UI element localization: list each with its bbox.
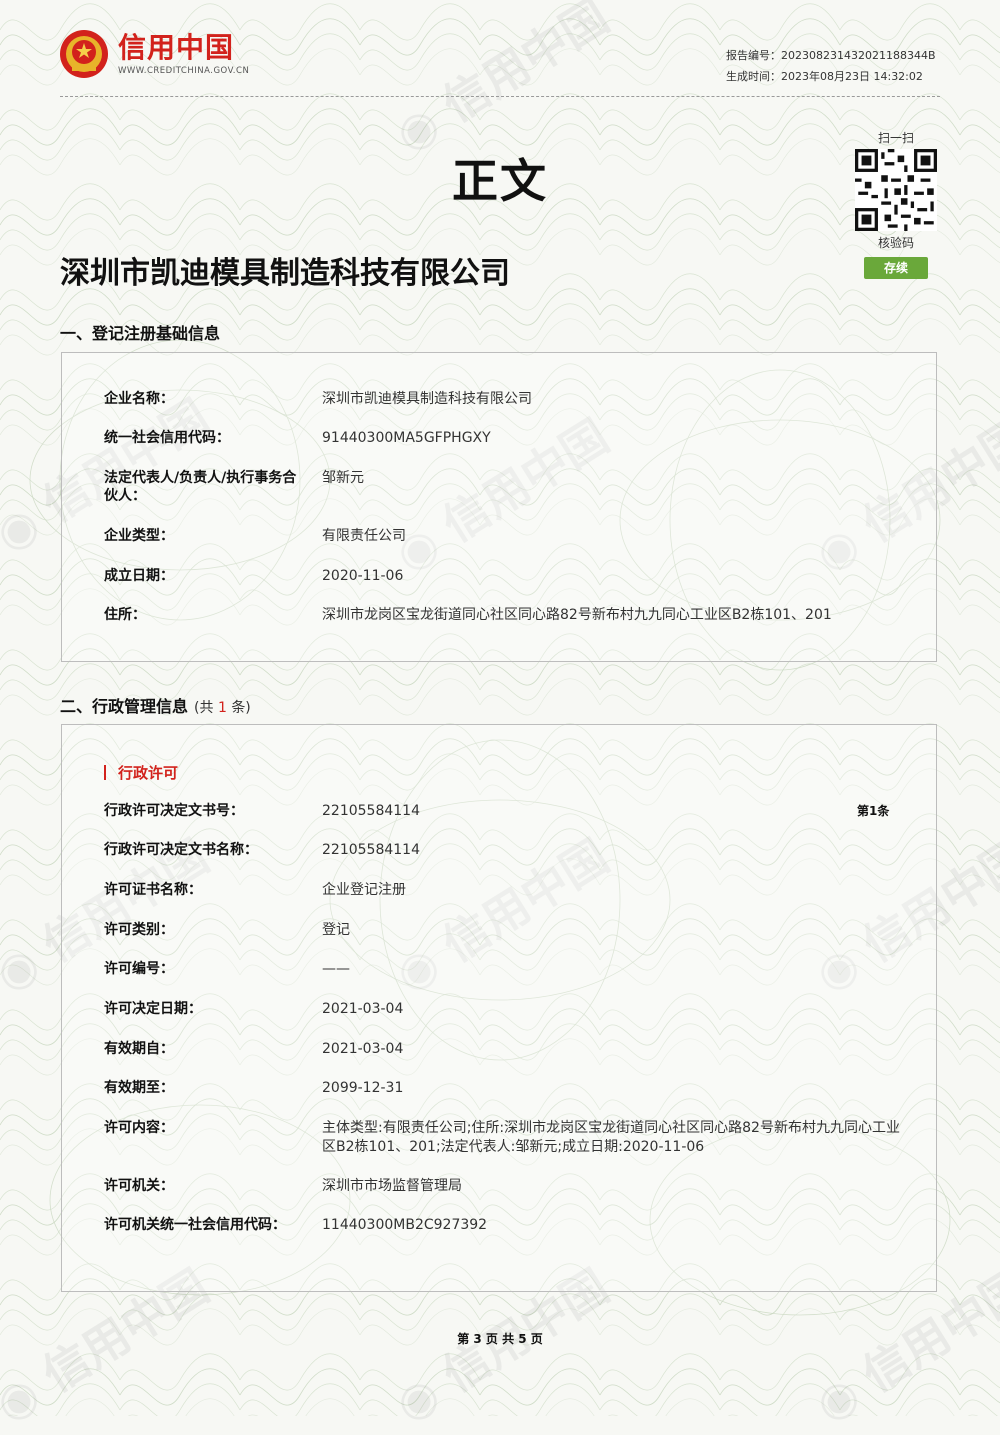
header-divider: [60, 96, 940, 97]
record-count-number: 1: [217, 700, 227, 716]
field-label: 许可编号：: [104, 961, 174, 977]
field-label: 成立日期：: [104, 568, 174, 584]
field-value: 主体类型:有限责任公司;住所:深圳市龙岗区宝龙街道同心社区同心路82号新布村九九…: [322, 1120, 900, 1155]
section2-title: 二、行政管理信息 (共 1 条): [60, 693, 251, 717]
generated-time: 2023年08月23日 14:32:02: [781, 70, 923, 83]
field-label: 行政许可决定文书号：: [104, 803, 244, 819]
field-value: 2020-11-06: [322, 568, 404, 584]
field-label: 住所：: [104, 607, 146, 623]
record-count: (共 1 条): [194, 700, 251, 716]
field-label: 有效期至：: [104, 1080, 174, 1096]
field-value: 11440300MB2C927392: [322, 1217, 488, 1233]
field-label: 许可内容：: [104, 1120, 174, 1136]
field-label: 企业类型：: [104, 528, 174, 544]
report-no: 202308231432021188344B: [781, 49, 936, 62]
field-label: 许可决定日期：: [104, 1001, 202, 1017]
report-meta: 报告编号：202308231432021188344B 生成时间：2023年08…: [726, 45, 936, 87]
field-value: 2099-12-31: [322, 1080, 404, 1096]
field-value: ——: [322, 961, 350, 977]
field-value: 2021-03-04: [322, 1041, 404, 1057]
company-name: 深圳市凯迪模具制造科技有限公司: [60, 256, 510, 291]
field-label: 法定代表人/负责人/执行事务合伙人：: [104, 470, 297, 504]
field-label: 统一社会信用代码：: [104, 430, 230, 446]
field-value: 登记: [322, 922, 350, 938]
license-subheading: 行政许可: [104, 762, 178, 783]
qr-bottom-label: 核验码: [877, 236, 914, 250]
field-value: 有限责任公司: [322, 528, 406, 544]
field-value: 深圳市市场监督管理局: [322, 1178, 462, 1194]
field-value: 2021-03-04: [322, 1001, 404, 1017]
generated-label: 生成时间：: [726, 70, 781, 83]
field-value: 邹新元: [322, 470, 364, 486]
national-emblem-icon: [60, 30, 108, 78]
field-value: 91440300MA5GFPHGXY: [322, 430, 491, 446]
qr-top-label: 扫一扫: [877, 131, 914, 145]
section2-title-text: 二、行政管理信息: [60, 697, 189, 716]
field-value: 22105584114: [322, 842, 420, 858]
field-label: 企业名称：: [104, 391, 174, 407]
field-label: 许可证书名称：: [104, 882, 202, 898]
field-label: 许可类别：: [104, 922, 174, 938]
status-button[interactable]: 存续: [864, 257, 928, 279]
logo-url: WWW.CREDITCHINA.GOV.CN: [118, 66, 250, 76]
field-value: 深圳市凯迪模具制造科技有限公司: [322, 391, 532, 407]
field-value: 深圳市龙岗区宝龙街道同心社区同心路82号新布村九九同心工业区B2栋101、201: [322, 607, 832, 623]
field-value: 22105584114: [322, 803, 420, 819]
field-label: 许可机关：: [104, 1178, 174, 1194]
field-label: 有效期自：: [104, 1041, 174, 1057]
report-no-label: 报告编号：: [726, 49, 781, 62]
document-title: 正文: [452, 154, 548, 208]
section1-title: 一、登记注册基础信息: [60, 324, 221, 343]
field-label: 许可机关统一社会信用代码：: [104, 1217, 286, 1233]
page-footer: 第 3 页 共 5 页: [457, 1332, 543, 1346]
logo-text: 信用中国: [118, 31, 235, 64]
field-value: 企业登记注册: [322, 882, 406, 898]
creditchina-logo: 信用中国 WWW.CREDITCHINA.GOV.CN: [58, 26, 250, 82]
field-label: 行政许可决定文书名称：: [104, 842, 258, 858]
